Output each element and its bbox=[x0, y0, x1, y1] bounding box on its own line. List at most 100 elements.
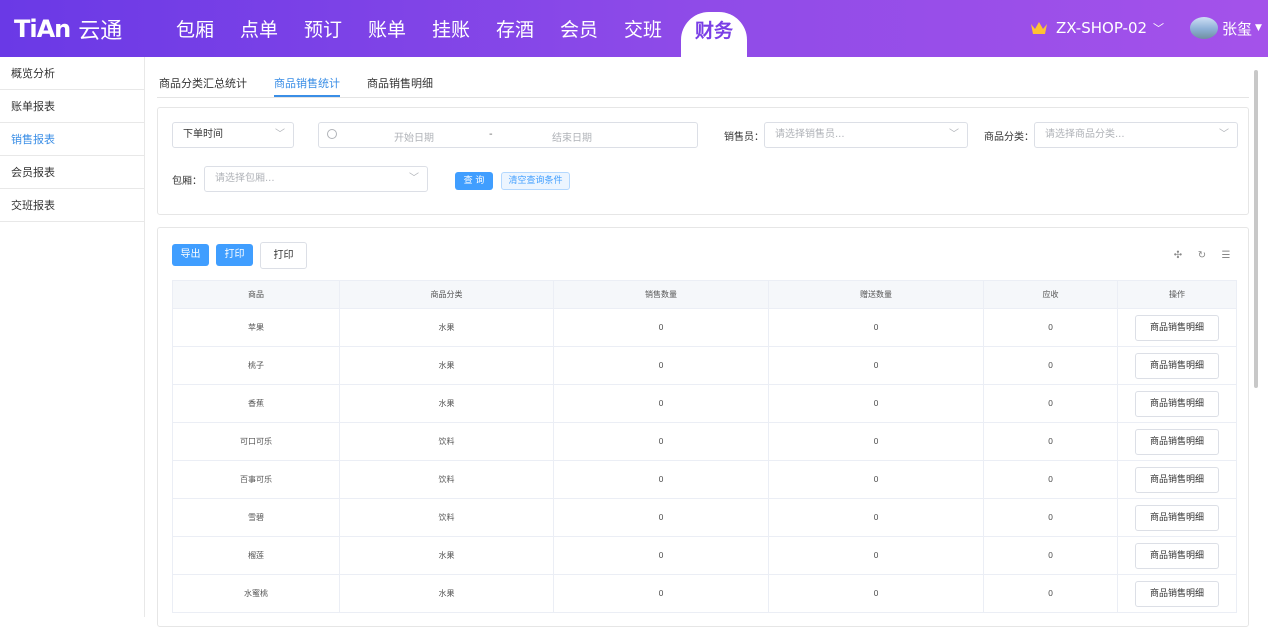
seller-placeholder: 请选择销售员... bbox=[775, 129, 845, 140]
main-nav: 包厢 点单 预订 账单 挂账 存酒 会员 交班 财务 bbox=[163, 0, 747, 57]
column-header-gift-qty[interactable]: 赠送数量 bbox=[768, 280, 984, 309]
cell-receivable: 0 bbox=[983, 460, 1118, 499]
refresh-icon[interactable]: ↻ bbox=[1192, 250, 1212, 261]
sidebar-item-bill-report[interactable]: 账单报表 bbox=[0, 90, 144, 123]
cell-product: 百事可乐 bbox=[172, 460, 340, 499]
table-row: 水蜜桃 水果 0 0 0 商品销售明细 bbox=[172, 574, 1237, 613]
table-row: 桃子 水果 0 0 0 商品销售明细 bbox=[172, 346, 1237, 385]
user-menu[interactable]: 张玺 ▼ bbox=[1190, 17, 1262, 39]
tab-category-summary[interactable]: 商品分类汇总统计 bbox=[159, 75, 247, 97]
sales-detail-button[interactable]: 商品销售明细 bbox=[1135, 314, 1219, 341]
room-select[interactable]: 请选择包厢... ﹀ bbox=[204, 166, 428, 192]
cell-receivable: 0 bbox=[983, 422, 1118, 461]
cell-category: 饮料 bbox=[339, 498, 554, 537]
shop-selector[interactable]: ZX-SHOP-02 ﹀ bbox=[1030, 19, 1164, 37]
cell-product: 可口可乐 bbox=[172, 422, 340, 461]
caret-down-icon: ▼ bbox=[1255, 23, 1262, 33]
sidebar-item-shift-report[interactable]: 交班报表 bbox=[0, 189, 144, 222]
cell-sold: 0 bbox=[553, 346, 769, 385]
time-type-select[interactable]: 下单时间 ﹀ bbox=[172, 122, 294, 148]
time-type-value: 下单时间 bbox=[183, 129, 223, 140]
room-label: 包厢： bbox=[172, 176, 202, 187]
cell-action: 商品销售明细 bbox=[1117, 346, 1237, 385]
chevron-down-icon: ﹀ bbox=[949, 129, 959, 140]
column-header-receivable[interactable]: 应收 bbox=[983, 280, 1118, 309]
export-button[interactable]: 导出 bbox=[172, 244, 209, 266]
table-row: 香蕉 水果 0 0 0 商品销售明细 bbox=[172, 384, 1237, 423]
cell-gift: 0 bbox=[768, 384, 984, 423]
nav-item-members[interactable]: 会员 bbox=[547, 15, 611, 42]
nav-item-booking[interactable]: 预订 bbox=[291, 15, 355, 42]
product-sales-table: 商品 商品分类 销售数量 赠送数量 应收 操作 苹果 水果 0 0 0 商品销售… bbox=[172, 280, 1237, 613]
nav-item-shift[interactable]: 交班 bbox=[611, 15, 675, 42]
nav-item-rooms[interactable]: 包厢 bbox=[163, 15, 227, 42]
column-settings-icon[interactable]: ☰ bbox=[1216, 250, 1236, 261]
date-range-picker[interactable]: 开始日期 - 结束日期 bbox=[318, 122, 698, 148]
seller-label: 销售员： bbox=[724, 132, 764, 143]
nav-item-wine-storage[interactable]: 存酒 bbox=[483, 15, 547, 42]
table-tools: ✣ ↻ ☰ bbox=[1164, 250, 1236, 261]
cell-action: 商品销售明细 bbox=[1117, 460, 1237, 499]
cell-product: 香蕉 bbox=[172, 384, 340, 423]
query-button[interactable]: 查 询 bbox=[455, 172, 493, 190]
sales-detail-button[interactable]: 商品销售明细 bbox=[1135, 390, 1219, 417]
cell-gift: 0 bbox=[768, 422, 984, 461]
cell-receivable: 0 bbox=[983, 498, 1118, 537]
chevron-down-icon: ﹀ bbox=[275, 129, 285, 140]
cell-gift: 0 bbox=[768, 460, 984, 499]
category-label: 商品分类： bbox=[984, 132, 1034, 143]
sales-detail-button[interactable]: 商品销售明细 bbox=[1135, 504, 1219, 531]
sales-detail-button[interactable]: 商品销售明细 bbox=[1135, 466, 1219, 493]
nav-item-order[interactable]: 点单 bbox=[227, 15, 291, 42]
cell-product: 苹果 bbox=[172, 308, 340, 347]
print-button-primary[interactable]: 打印 bbox=[216, 244, 253, 266]
column-header-category[interactable]: 商品分类 bbox=[339, 280, 554, 309]
cell-product: 水蜜桃 bbox=[172, 574, 340, 613]
cell-action: 商品销售明细 bbox=[1117, 384, 1237, 423]
sales-detail-button[interactable]: 商品销售明细 bbox=[1135, 580, 1219, 607]
cell-sold: 0 bbox=[553, 308, 769, 347]
cell-sold: 0 bbox=[553, 460, 769, 499]
cell-category: 饮料 bbox=[339, 422, 554, 461]
tab-sales-detail[interactable]: 商品销售明细 bbox=[367, 75, 433, 97]
main-content: 商品分类汇总统计 商品销售统计 商品销售明细 下单时间 ﹀ 开始日期 - 结束日… bbox=[145, 57, 1268, 627]
cell-sold: 0 bbox=[553, 498, 769, 537]
nav-item-finance[interactable]: 财务 bbox=[681, 12, 747, 57]
cell-category: 水果 bbox=[339, 308, 554, 347]
cell-category: 水果 bbox=[339, 536, 554, 575]
app-logo[interactable]: TiAn 云通 bbox=[14, 14, 122, 44]
page-scrollbar[interactable] bbox=[1254, 70, 1258, 388]
category-select[interactable]: 请选择商品分类... ﹀ bbox=[1034, 122, 1238, 148]
sales-detail-button[interactable]: 商品销售明细 bbox=[1135, 542, 1219, 569]
sales-detail-button[interactable]: 商品销售明细 bbox=[1135, 352, 1219, 379]
cell-receivable: 0 bbox=[983, 574, 1118, 613]
cell-gift: 0 bbox=[768, 536, 984, 575]
cell-receivable: 0 bbox=[983, 384, 1118, 423]
tab-product-sales[interactable]: 商品销售统计 bbox=[274, 75, 340, 97]
table-row: 雪碧 饮料 0 0 0 商品销售明细 bbox=[172, 498, 1237, 537]
nav-item-bills[interactable]: 账单 bbox=[355, 15, 419, 42]
cell-sold: 0 bbox=[553, 574, 769, 613]
column-header-action: 操作 bbox=[1117, 280, 1237, 309]
cell-receivable: 0 bbox=[983, 346, 1118, 385]
column-header-sold-qty[interactable]: 销售数量 bbox=[553, 280, 769, 309]
chevron-down-icon: ﹀ bbox=[1153, 22, 1165, 35]
date-separator: - bbox=[489, 129, 493, 140]
table-row: 榴莲 水果 0 0 0 商品销售明细 bbox=[172, 536, 1237, 575]
cell-gift: 0 bbox=[768, 498, 984, 537]
column-header-product[interactable]: 商品 bbox=[172, 280, 340, 309]
cell-product: 桃子 bbox=[172, 346, 340, 385]
cell-action: 商品销售明细 bbox=[1117, 574, 1237, 613]
sidebar-item-member-report[interactable]: 会员报表 bbox=[0, 156, 144, 189]
nav-item-credit[interactable]: 挂账 bbox=[419, 15, 483, 42]
date-start-placeholder: 开始日期 bbox=[394, 133, 434, 144]
sidebar-item-sales-report[interactable]: 销售报表 bbox=[0, 123, 144, 156]
sidebar-item-overview[interactable]: 概览分析 bbox=[0, 57, 144, 90]
sales-detail-button[interactable]: 商品销售明细 bbox=[1135, 428, 1219, 455]
print-button[interactable]: 打印 bbox=[260, 242, 307, 269]
density-icon[interactable]: ✣ bbox=[1168, 250, 1188, 261]
chevron-down-icon: ﹀ bbox=[1219, 129, 1229, 140]
cell-category: 水果 bbox=[339, 574, 554, 613]
clear-filters-button[interactable]: 清空查询条件 bbox=[501, 172, 570, 190]
seller-select[interactable]: 请选择销售员... ﹀ bbox=[764, 122, 968, 148]
